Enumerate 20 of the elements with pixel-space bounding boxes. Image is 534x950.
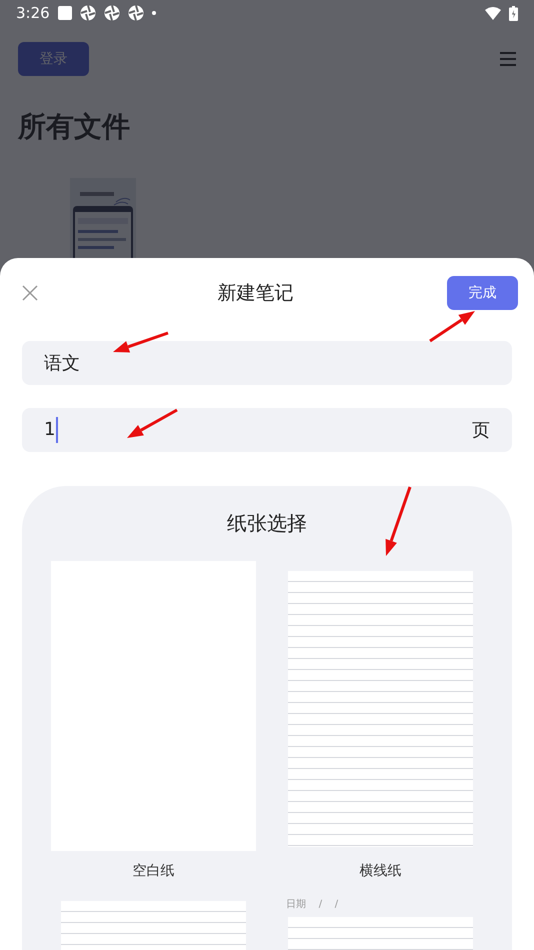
done-button[interactable]: 完成	[447, 276, 518, 310]
annotation-arrow	[127, 408, 178, 438]
annotation-arrow	[113, 332, 168, 352]
wifi-icon	[485, 6, 501, 20]
annotation-arrow	[429, 311, 475, 342]
section-title: 纸张选择	[226, 510, 308, 537]
date-label: 日期 / /	[286, 898, 338, 911]
paper-label: 横线纸	[360, 862, 402, 881]
status-time: 3:26	[16, 4, 50, 22]
unit-label: 页	[472, 419, 490, 442]
page-title: 所有文件	[18, 109, 131, 145]
paper-label: 空白纸	[132, 862, 174, 881]
input-field[interactable]: 语文	[22, 341, 512, 385]
battery-icon	[509, 6, 518, 20]
input-field[interactable]: 1 页	[22, 408, 512, 452]
close-icon[interactable]	[22, 285, 38, 301]
dot-icon	[152, 11, 156, 15]
dialog-title: 新建笔记	[218, 281, 294, 306]
annotation-arrow	[386, 486, 412, 556]
notification-icon	[58, 6, 72, 20]
